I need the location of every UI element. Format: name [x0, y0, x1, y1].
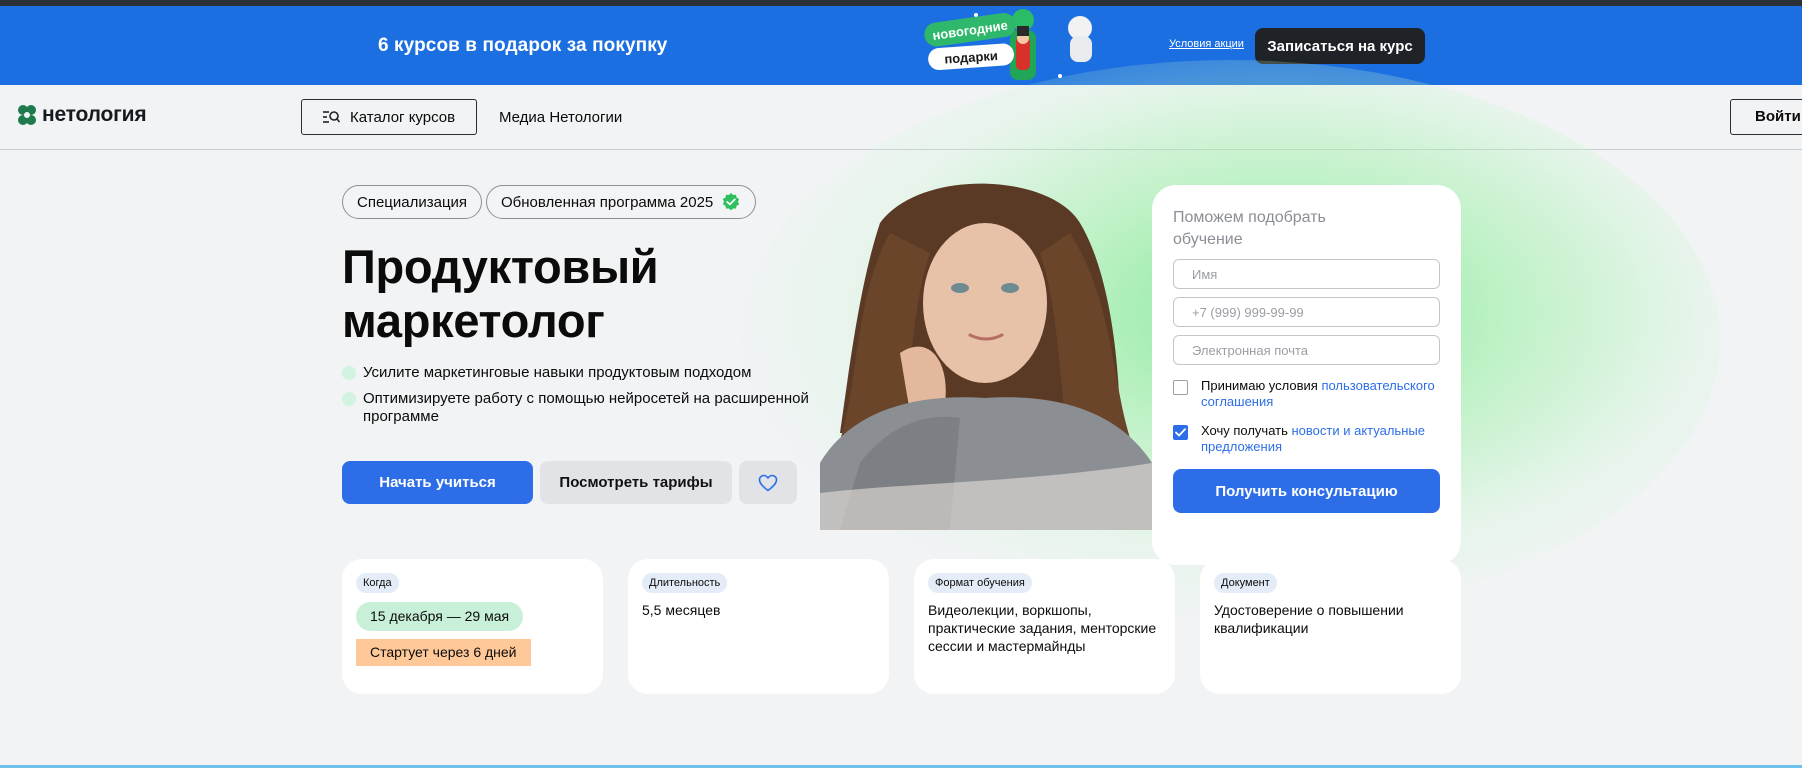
form-title: Поможем подобрать обучение	[1173, 209, 1326, 248]
consent-label: Принимаю условия	[1201, 378, 1322, 393]
benefit-text: Усилите маркетинговые навыки продуктовым…	[363, 364, 752, 381]
promo-banner: 6 курсов в подарок за покупку новогодние…	[0, 6, 1802, 85]
info-card-duration: Длительность 5,5 месяцев	[628, 559, 889, 694]
login-button[interactable]: Войти	[1730, 99, 1802, 135]
catalog-button[interactable]: Каталог курсов	[301, 99, 477, 135]
view-tariffs-button[interactable]: Посмотреть тарифы	[540, 461, 732, 504]
promo-text: 6 курсов в подарок за покупку	[378, 35, 668, 56]
logo-text: нетология	[42, 103, 147, 126]
card-text: Удостоверение о повышении квалификации	[1214, 602, 1404, 636]
benefits-list: Усилите маркетинговые навыки продуктовым…	[342, 364, 822, 434]
media-link[interactable]: Медиа Нетологии	[499, 109, 622, 126]
start-learning-button[interactable]: Начать учиться	[342, 461, 533, 504]
chip-specialization: Специализация	[342, 185, 483, 219]
consent-label: Хочу получать	[1201, 423, 1292, 438]
logo-icon	[18, 105, 36, 125]
title-line: Продуктовый	[342, 240, 659, 293]
get-consultation-button[interactable]: Получить консультацию	[1173, 469, 1440, 513]
benefit-text: Оптимизируете работу с помощью нейросете…	[363, 390, 809, 425]
logo[interactable]: нетология	[16, 103, 147, 127]
chip-label: Специализация	[357, 193, 468, 211]
catalog-label: Каталог курсов	[350, 108, 456, 126]
bullet-dot-icon	[342, 366, 356, 380]
promo-cta-button[interactable]: Записаться на курс	[1255, 28, 1425, 64]
terms-checkbox[interactable]	[1173, 380, 1188, 395]
card-tag: Формат обучения	[928, 573, 1032, 593]
bullet-dot-icon	[342, 392, 356, 406]
student-photo	[820, 183, 1152, 530]
name-field[interactable]	[1173, 259, 1440, 289]
info-card-document: Документ Удостоверение о повышении квали…	[1200, 559, 1461, 694]
card-tag: Длительность	[642, 573, 728, 593]
consent-terms: Принимаю условия пользовательского согла…	[1173, 378, 1440, 410]
title-line: маркетолог	[342, 294, 605, 347]
info-card-format: Формат обучения Видеолекции, воркшопы, п…	[914, 559, 1175, 694]
verified-badge-icon	[723, 193, 740, 211]
phone-field[interactable]	[1173, 297, 1440, 327]
date-range: 15 декабря — 29 мая	[356, 602, 524, 631]
email-field[interactable]	[1173, 335, 1440, 365]
heart-icon	[758, 474, 778, 491]
consent-text: Хочу получать новости и актуальные предл…	[1201, 423, 1440, 455]
chip-updated-program: Обновленная программа 2025	[486, 185, 757, 219]
info-card-when: Когда 15 декабря — 29 мая Стартует через…	[342, 559, 603, 694]
card-tag: Документ	[1214, 573, 1277, 593]
promo-terms-link[interactable]: Условия акции	[1169, 38, 1244, 50]
consent-text: Принимаю условия пользовательского согла…	[1201, 378, 1440, 410]
consultation-form: Поможем подобрать обучение Принимаю усло…	[1152, 185, 1461, 565]
page-title: Продуктовый маркетолог	[342, 240, 762, 348]
favorite-button[interactable]	[739, 461, 797, 504]
benefit-item: Оптимизируете работу с помощью нейросете…	[342, 390, 822, 426]
consent-newsletter: Хочу получать новости и актуальные предл…	[1173, 423, 1440, 455]
card-tag: Когда	[356, 573, 399, 593]
check-icon	[1175, 428, 1186, 437]
catalog-search-icon	[323, 111, 340, 123]
card-text: Видеолекции, воркшопы, практические зада…	[928, 602, 1157, 654]
chip-label: Обновленная программа 2025	[501, 193, 714, 211]
card-text: 5,5 месяцев	[642, 602, 721, 618]
newsletter-checkbox[interactable]	[1173, 425, 1188, 440]
start-countdown-badge: Стартует через 6 дней	[356, 639, 531, 666]
benefit-item: Усилите маркетинговые навыки продуктовым…	[342, 364, 822, 382]
